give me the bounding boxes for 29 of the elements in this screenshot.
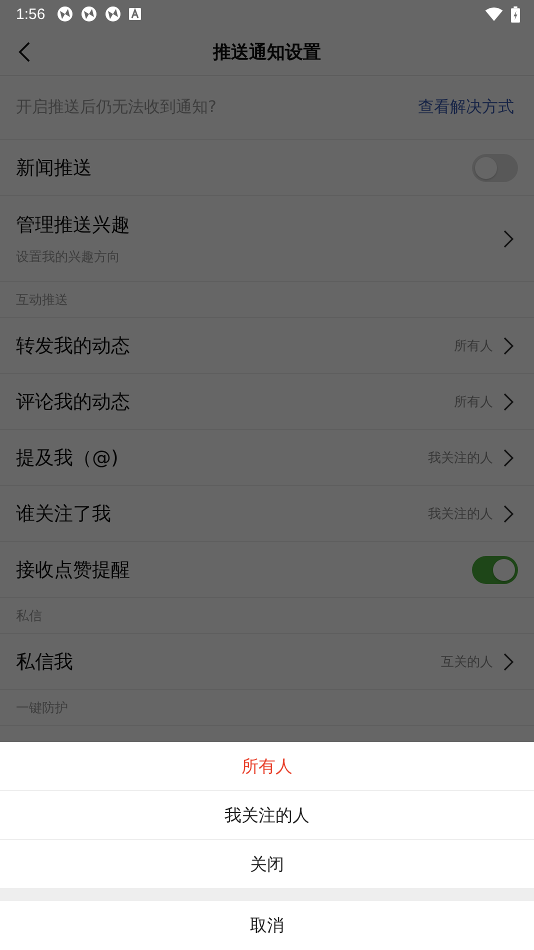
page-title: 推送通知设置 xyxy=(213,40,321,64)
sheet-option[interactable]: 我关注的人 xyxy=(0,791,534,840)
chevron-right-icon[interactable] xyxy=(503,652,514,670)
setting-label: 私信我 xyxy=(16,650,74,674)
wifi-icon xyxy=(485,7,503,21)
back-icon[interactable] xyxy=(18,40,31,62)
sheet-option[interactable]: 关闭 xyxy=(0,840,534,889)
status-time: 1:56 xyxy=(16,6,46,22)
chevron-right-icon[interactable] xyxy=(503,448,514,466)
setting-label: 接收点赞提醒 xyxy=(16,558,131,582)
app-notification-icon xyxy=(57,6,74,22)
setting-label: 评论我的动态 xyxy=(16,390,131,414)
setting-label: 转发我的动态 xyxy=(16,334,131,358)
chevron-right-icon[interactable] xyxy=(503,336,514,354)
setting-label: 管理推送兴趣 xyxy=(16,212,131,238)
battery-icon xyxy=(511,6,520,22)
toggle-switch[interactable] xyxy=(472,556,518,584)
app-notification-icon xyxy=(81,6,98,22)
sheet-option[interactable]: 所有人 xyxy=(0,742,534,791)
setting-label: 提及我（@) xyxy=(16,446,120,470)
app-notification-icon xyxy=(105,6,122,22)
keyboard-notification-icon xyxy=(129,8,142,20)
chevron-right-icon[interactable] xyxy=(503,392,514,410)
chevron-right-icon[interactable] xyxy=(503,230,514,248)
toggle-switch[interactable] xyxy=(472,154,518,182)
chevron-right-icon[interactable] xyxy=(503,504,514,522)
setting-label: 新闻推送 xyxy=(16,156,93,180)
setting-label: 谁关注了我 xyxy=(16,502,112,526)
cancel-button[interactable]: 取消 xyxy=(0,901,534,950)
